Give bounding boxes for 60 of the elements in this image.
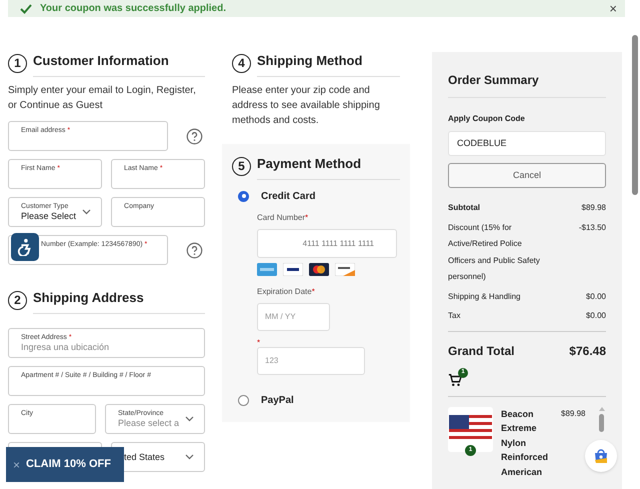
- close-button[interactable]: ×: [13, 458, 20, 470]
- required-mark: *: [257, 339, 262, 347]
- summary-line-amount: $0.00: [586, 310, 606, 322]
- chevron-down-icon: [185, 416, 194, 422]
- check-icon: [20, 4, 32, 14]
- section-title: Payment Method: [257, 156, 362, 171]
- summary-line-amount: $89.98: [582, 202, 606, 214]
- mastercard-card-icon: [309, 263, 329, 276]
- grand-total-amount: $76.48: [569, 342, 606, 360]
- field-placeholder: Please select a: [118, 418, 179, 429]
- section-title: Shipping Address: [33, 290, 144, 305]
- promo-label[interactable]: CLAIM 10% OFF: [26, 456, 111, 473]
- radio-button[interactable]: [238, 190, 249, 202]
- field-placeholder: Ingresa una ubicación: [21, 342, 110, 353]
- field-placeholder: 4111 1111 1111 1111: [302, 238, 374, 250]
- discover-card-icon: [335, 263, 355, 276]
- summary-line-label: Shipping & Handling: [448, 290, 522, 303]
- summary-line-amount: $0.00: [586, 290, 606, 302]
- visa-card-icon: [283, 263, 303, 276]
- payment-option-label[interactable]: PayPal: [261, 392, 294, 408]
- shipping-method-text: Please enter your zip code and address to see available shipping methods and costs.: [231, 84, 381, 128]
- field-value: Please Select: [21, 211, 76, 222]
- cancel-button[interactable]: Cancel: [448, 163, 606, 188]
- coupon-field[interactable]: CODEBLUE: [448, 131, 606, 156]
- summary-line-label: Subtotal: [448, 202, 481, 214]
- field-value: CODEBLUE: [457, 136, 507, 150]
- step-number: 5: [232, 156, 251, 176]
- section-title: Customer Information: [33, 53, 169, 68]
- summary-title: Order Summary: [448, 73, 539, 87]
- field-label: Card Number*: [257, 212, 310, 224]
- step-number: 2: [8, 290, 27, 310]
- grand-total-label: Grand Total: [448, 342, 514, 360]
- card-number-field[interactable]: 4111 1111 1111 1111: [257, 229, 397, 258]
- cart-icon[interactable]: [448, 372, 462, 386]
- help-icon[interactable]: [186, 242, 203, 258]
- summary-line-label: Discount (15% for Active/Retired Police Officers and Public Safety personnel): [448, 222, 541, 283]
- summary-line-amount: -$13.50: [578, 222, 606, 234]
- intro-text: Simply enter your email to Login, Register, or Continue as Guest: [8, 84, 197, 113]
- item-name: Beacon Extreme Nylon Reinforced American: [501, 408, 550, 478]
- summary-line-label: Tax: [448, 310, 462, 322]
- coupon-label: Apply Coupon Code: [448, 113, 526, 125]
- field-placeholder: 123: [265, 355, 278, 367]
- shopping-bag-icon: [593, 448, 609, 464]
- accessibility-button[interactable]: [11, 233, 39, 261]
- chevron-down-icon: [185, 454, 194, 460]
- section-title: Shipping Method: [257, 53, 362, 68]
- chevron-down-icon: [82, 209, 92, 215]
- close-button[interactable]: ×: [609, 2, 617, 15]
- step-number: 4: [232, 54, 251, 72]
- help-icon[interactable]: [186, 128, 203, 144]
- page-scrollbar[interactable]: [632, 35, 638, 195]
- field-label: Expiration Date*: [257, 286, 316, 298]
- item-price: $89.98: [561, 408, 586, 420]
- radio-button[interactable]: [238, 394, 249, 406]
- field-value: ted States: [124, 452, 166, 462]
- step-number: 1: [8, 54, 27, 72]
- success-message: Your coupon was successfully applied.: [40, 2, 227, 16]
- amex-card-icon: [257, 263, 277, 276]
- payment-option-label[interactable]: Credit Card: [261, 188, 316, 204]
- field-placeholder: MM / YY: [265, 311, 296, 323]
